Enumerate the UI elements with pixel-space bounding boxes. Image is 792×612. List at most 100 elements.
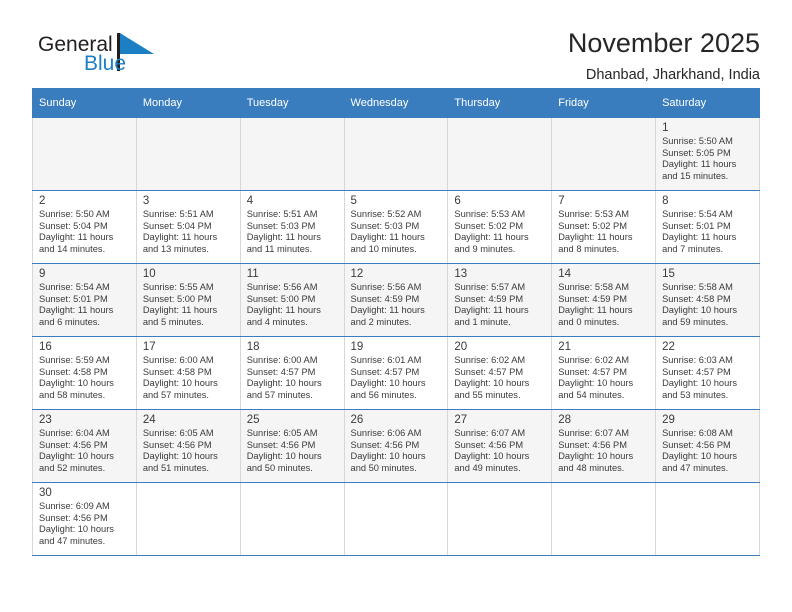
sun-times-text: Sunrise: 5:58 AM Sunset: 4:58 PM Dayligh… (662, 282, 737, 327)
calendar-day-cell[interactable]: 30 Sunrise: 6:09 AM Sunset: 4:56 PM Dayli… (32, 482, 137, 556)
sun-times-text: Sunrise: 5:56 AM Sunset: 5:00 PM Dayligh… (246, 282, 321, 327)
calendar-day-cell[interactable]: 15 Sunrise: 5:58 AM Sunset: 4:58 PM Dayli… (655, 263, 760, 337)
day-number: 10 (142, 268, 156, 280)
day-number: 24 (142, 414, 156, 426)
calendar-cell-content: 17 Sunrise: 6:00 AM Sunset: 4:58 PM Dayli… (137, 337, 240, 401)
calendar-day-cell[interactable]: 17 Sunrise: 6:00 AM Sunset: 4:58 PM Dayli… (135, 336, 241, 410)
calendar-day-cell[interactable]: 19 Sunrise: 6:01 AM Sunset: 4:57 PM Dayli… (343, 336, 449, 410)
calendar-cell-content: 30 Sunrise: 6:09 AM Sunset: 4:56 PM Dayli… (33, 483, 136, 547)
day-number: 20 (454, 341, 468, 353)
logo-text-blue: Blue (84, 52, 127, 75)
calendar-cell-content: 25 Sunrise: 6:05 AM Sunset: 4:56 PM Dayli… (241, 410, 344, 474)
calendar-day-cell[interactable]: 21 Sunrise: 6:02 AM Sunset: 4:57 PM Dayli… (551, 336, 657, 410)
calendar-day-cell[interactable]: 20 Sunrise: 6:02 AM Sunset: 4:57 PM Dayli… (447, 336, 553, 410)
day-number: 8 (662, 195, 669, 207)
calendar-day-cell[interactable]: 29 Sunrise: 6:08 AM Sunset: 4:56 PM Dayli… (655, 409, 760, 483)
calendar-week-row: 30 Sunrise: 6:09 AM Sunset: 4:56 PM Dayli… (32, 482, 760, 556)
weekday-header-monday: Monday (135, 88, 241, 118)
day-number: 17 (142, 341, 156, 353)
sun-times-text: Sunrise: 5:56 AM Sunset: 4:59 PM Dayligh… (350, 282, 425, 327)
calendar-day-cell[interactable]: 5 Sunrise: 5:52 AM Sunset: 5:03 PM Daylig… (343, 190, 449, 264)
calendar-cell-empty (551, 117, 657, 191)
day-number: 21 (558, 341, 572, 353)
calendar-cell-content: 13 Sunrise: 5:57 AM Sunset: 4:59 PM Dayli… (448, 264, 551, 328)
calendar-day-cell[interactable]: 12 Sunrise: 5:56 AM Sunset: 4:59 PM Dayli… (343, 263, 449, 337)
day-number: 12 (350, 268, 364, 280)
calendar-page: General Blue November 2025 Dhanbad, Jhar… (0, 0, 792, 612)
day-number: 3 (142, 195, 150, 207)
calendar-cell-empty (655, 482, 760, 556)
calendar-day-cell[interactable]: 2 Sunrise: 5:50 AM Sunset: 5:04 PM Daylig… (32, 190, 137, 264)
general-blue-logo[interactable]: General Blue (32, 28, 172, 80)
weekday-header-tuesday: Tuesday (239, 88, 345, 118)
calendar-day-cell[interactable]: 26 Sunrise: 6:06 AM Sunset: 4:56 PM Dayli… (343, 409, 449, 483)
day-number: 27 (454, 414, 468, 426)
sun-times-text: Sunrise: 5:58 AM Sunset: 4:59 PM Dayligh… (558, 282, 633, 327)
calendar-day-cell[interactable]: 25 Sunrise: 6:05 AM Sunset: 4:56 PM Dayli… (239, 409, 345, 483)
calendar-day-cell[interactable]: 18 Sunrise: 6:00 AM Sunset: 4:57 PM Dayli… (239, 336, 345, 410)
calendar-day-cell[interactable]: 7 Sunrise: 5:53 AM Sunset: 5:02 PM Daylig… (551, 190, 657, 264)
calendar-cell-content: 27 Sunrise: 6:07 AM Sunset: 4:56 PM Dayli… (448, 410, 551, 474)
calendar-body: 1 Sunrise: 5:50 AM Sunset: 5:05 PM Daylig… (32, 117, 760, 556)
calendar-day-cell[interactable]: 11 Sunrise: 5:56 AM Sunset: 5:00 PM Dayli… (239, 263, 345, 337)
calendar-day-cell[interactable]: 28 Sunrise: 6:07 AM Sunset: 4:56 PM Dayli… (551, 409, 657, 483)
calendar-day-cell[interactable]: 27 Sunrise: 6:07 AM Sunset: 4:56 PM Dayli… (447, 409, 553, 483)
calendar-cell-empty (343, 482, 449, 556)
calendar-day-cell[interactable]: 16 Sunrise: 5:59 AM Sunset: 4:58 PM Dayli… (32, 336, 137, 410)
sun-times-text: Sunrise: 5:50 AM Sunset: 5:05 PM Dayligh… (662, 136, 737, 181)
weekday-header-thursday: Thursday (447, 88, 553, 118)
calendar-day-cell[interactable]: 14 Sunrise: 5:58 AM Sunset: 4:59 PM Dayli… (551, 263, 657, 337)
day-number: 9 (39, 268, 46, 280)
sun-times-text: Sunrise: 6:00 AM Sunset: 4:57 PM Dayligh… (246, 355, 322, 400)
sun-times-text: Sunrise: 6:00 AM Sunset: 4:58 PM Dayligh… (142, 355, 218, 400)
calendar-cell-content: 26 Sunrise: 6:06 AM Sunset: 4:56 PM Dayli… (345, 410, 448, 474)
day-number: 25 (246, 414, 260, 426)
calendar-cell-content: 29 Sunrise: 6:08 AM Sunset: 4:56 PM Dayli… (656, 410, 759, 474)
sun-times-text: Sunrise: 5:50 AM Sunset: 5:04 PM Dayligh… (39, 209, 114, 254)
calendar-week-row: 16 Sunrise: 5:59 AM Sunset: 4:58 PM Dayli… (32, 336, 760, 410)
calendar-day-cell[interactable]: 10 Sunrise: 5:55 AM Sunset: 5:00 PM Dayli… (135, 263, 241, 337)
sun-times-text: Sunrise: 6:05 AM Sunset: 4:56 PM Dayligh… (142, 428, 218, 473)
calendar-cell-content: 8 Sunrise: 5:54 AM Sunset: 5:01 PM Daylig… (656, 191, 759, 255)
sun-times-text: Sunrise: 5:54 AM Sunset: 5:01 PM Dayligh… (39, 282, 114, 327)
calendar-cell-content: 1 Sunrise: 5:50 AM Sunset: 5:05 PM Daylig… (656, 118, 759, 182)
day-number: 7 (558, 195, 565, 207)
day-number: 14 (558, 268, 572, 280)
sun-times-text: Sunrise: 5:53 AM Sunset: 5:02 PM Dayligh… (558, 209, 633, 254)
day-number: 29 (662, 414, 675, 426)
sun-times-text: Sunrise: 5:52 AM Sunset: 5:03 PM Dayligh… (350, 209, 425, 254)
calendar-cell-empty (135, 482, 241, 556)
day-number: 6 (454, 195, 461, 207)
calendar-day-cell[interactable]: 9 Sunrise: 5:54 AM Sunset: 5:01 PM Daylig… (32, 263, 137, 337)
calendar-day-cell[interactable]: 6 Sunrise: 5:53 AM Sunset: 5:02 PM Daylig… (447, 190, 553, 264)
calendar-cell-empty (239, 482, 345, 556)
day-number: 28 (558, 414, 572, 426)
calendar-day-cell[interactable]: 24 Sunrise: 6:05 AM Sunset: 4:56 PM Dayli… (135, 409, 241, 483)
page-title: November 2025 (567, 28, 760, 58)
sun-times-text: Sunrise: 6:05 AM Sunset: 4:56 PM Dayligh… (246, 428, 322, 473)
calendar-day-cell[interactable]: 3 Sunrise: 5:51 AM Sunset: 5:04 PM Daylig… (135, 190, 241, 264)
calendar-header-row: Sunday Monday Tuesday Wednesday Thursday… (32, 88, 760, 118)
calendar-cell-content: 10 Sunrise: 5:55 AM Sunset: 5:00 PM Dayli… (137, 264, 240, 328)
day-number: 23 (39, 414, 52, 426)
title-block: November 2025 Dhanbad, Jharkhand, India (568, 28, 760, 84)
calendar-cell-empty (447, 117, 553, 191)
sun-times-text: Sunrise: 5:55 AM Sunset: 5:00 PM Dayligh… (142, 282, 218, 327)
calendar-day-cell[interactable]: 4 Sunrise: 5:51 AM Sunset: 5:03 PM Daylig… (239, 190, 345, 264)
day-number: 13 (454, 268, 468, 280)
day-number: 5 (350, 195, 357, 207)
day-number: 19 (350, 341, 364, 353)
sun-times-text: Sunrise: 5:59 AM Sunset: 4:58 PM Dayligh… (39, 355, 114, 400)
calendar-day-cell[interactable]: 22 Sunrise: 6:03 AM Sunset: 4:57 PM Dayli… (655, 336, 760, 410)
calendar-cell-content: 23 Sunrise: 6:04 AM Sunset: 4:56 PM Dayli… (33, 410, 136, 474)
calendar-day-cell[interactable]: 1 Sunrise: 5:50 AM Sunset: 5:05 PM Daylig… (655, 117, 760, 191)
calendar-cell-empty (32, 117, 137, 191)
sun-times-text: Sunrise: 6:06 AM Sunset: 4:56 PM Dayligh… (350, 428, 426, 473)
calendar-day-cell[interactable]: 8 Sunrise: 5:54 AM Sunset: 5:01 PM Daylig… (655, 190, 760, 264)
calendar-cell-content: 22 Sunrise: 6:03 AM Sunset: 4:57 PM Dayli… (656, 337, 759, 401)
calendar-day-cell[interactable]: 23 Sunrise: 6:04 AM Sunset: 4:56 PM Dayli… (32, 409, 137, 483)
day-number: 11 (246, 268, 259, 280)
calendar-cell-content: 4 Sunrise: 5:51 AM Sunset: 5:03 PM Daylig… (241, 191, 344, 255)
sun-times-text: Sunrise: 6:09 AM Sunset: 4:56 PM Dayligh… (39, 501, 114, 546)
calendar-day-cell[interactable]: 13 Sunrise: 5:57 AM Sunset: 4:59 PM Dayli… (447, 263, 553, 337)
